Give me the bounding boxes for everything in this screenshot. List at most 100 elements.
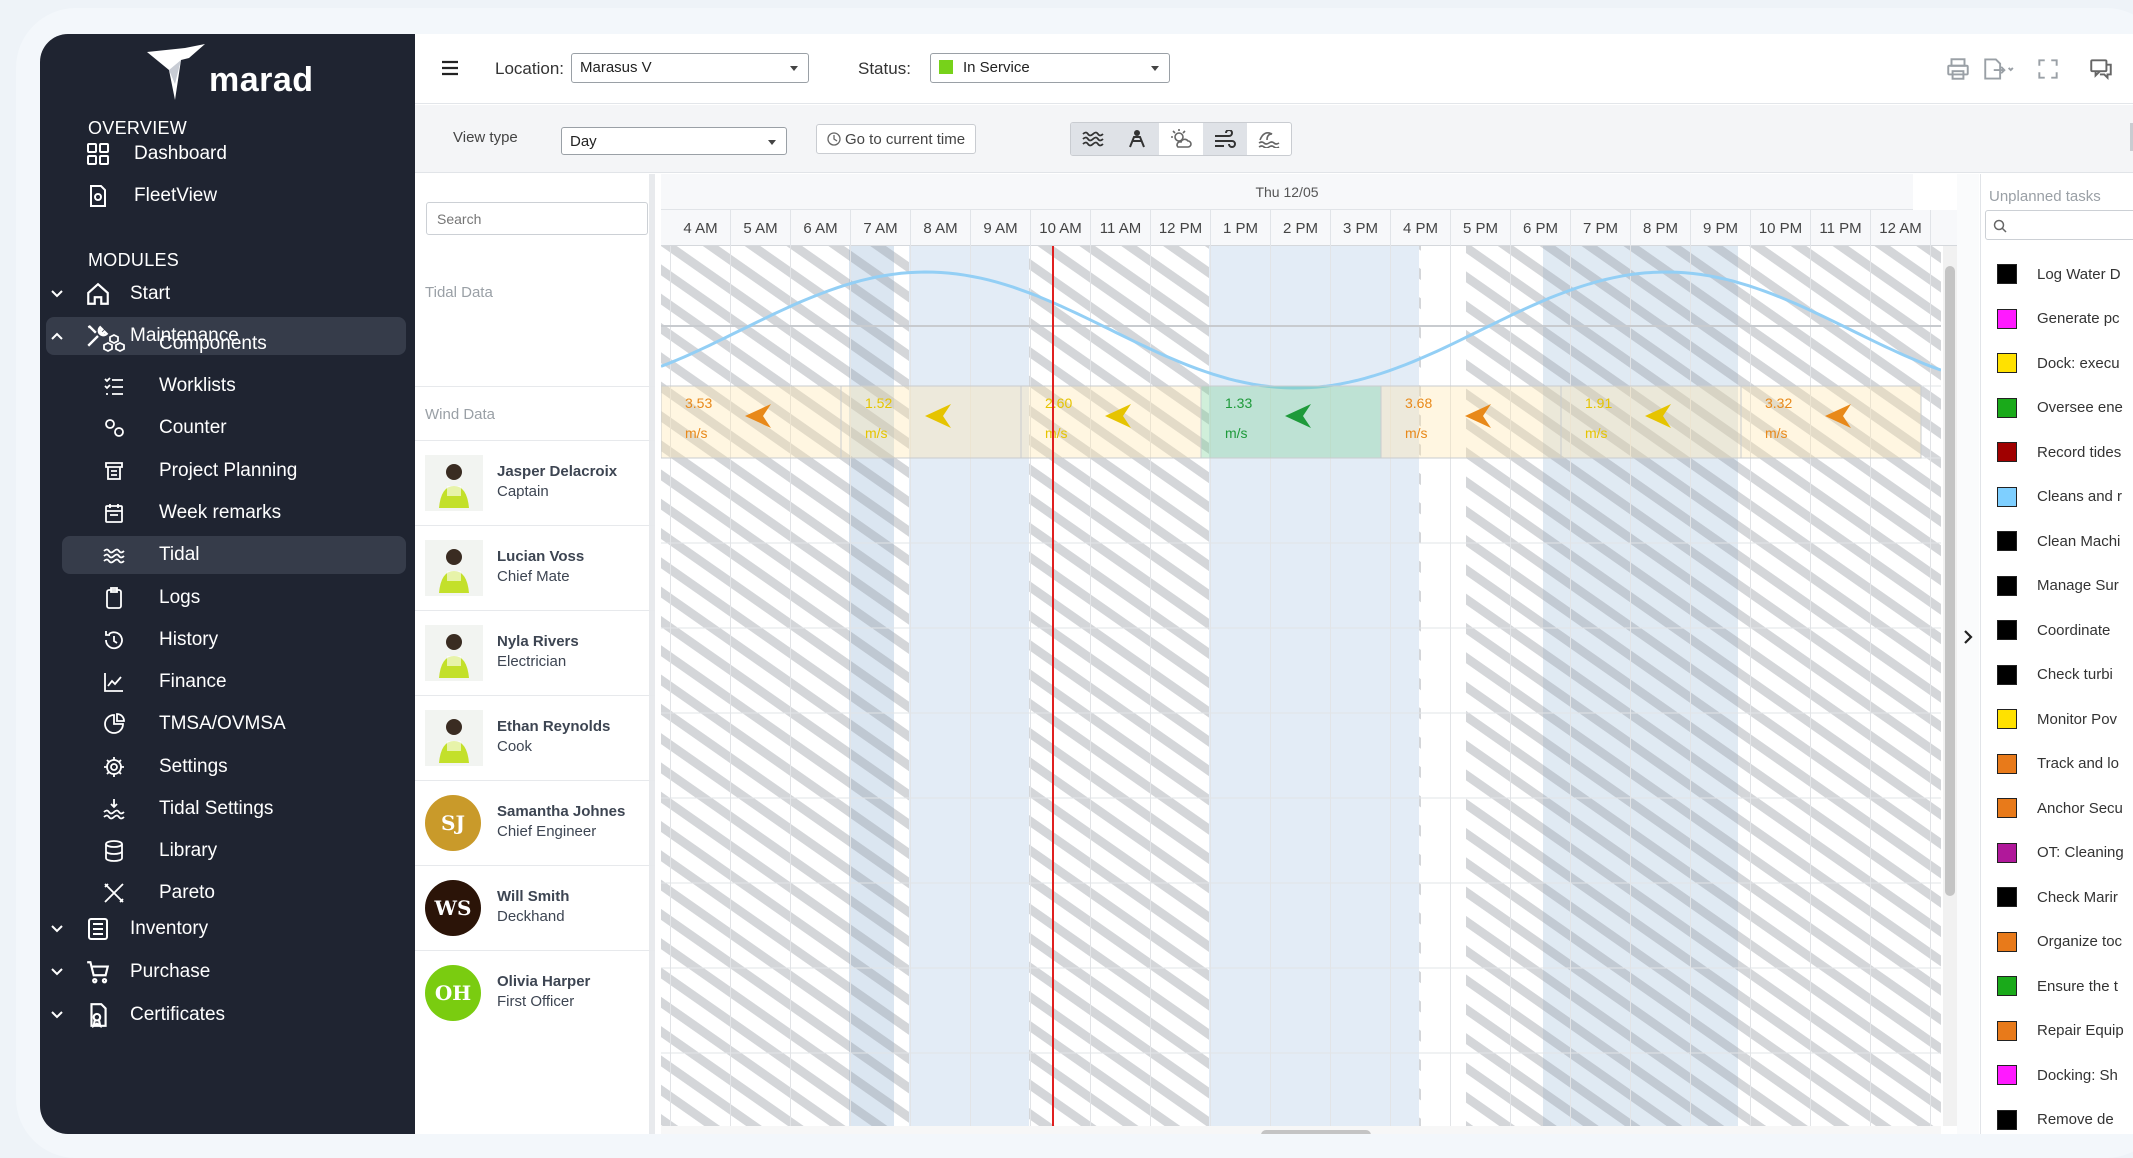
sidebar-item-start[interactable]: Start [40,275,415,313]
crew-row[interactable]: OH Olivia Harper First Officer [415,950,655,1035]
crew-role: Cook [497,738,533,755]
sidebar-item-certificates[interactable]: Certificates [40,996,415,1034]
tidal-icon [100,541,128,569]
certificate-icon [84,1001,112,1029]
unplanned-task-item[interactable]: Docking: Sh [1981,1053,2133,1097]
counter-icon [100,414,128,442]
unplanned-task-item[interactable]: Manage Sur [1981,564,2133,608]
sidebar-item-library[interactable]: Library [40,832,415,870]
unplanned-task-item[interactable]: Remove de [1981,1098,2133,1135]
sidebar-item-tidal[interactable]: Tidal [62,536,406,574]
task-label: Remove de [2037,1111,2114,1128]
sidebar-item-label: Settings [159,756,228,777]
timeline-date: Thu 12/05 [661,174,1913,210]
task-color-swatch [1997,753,2017,774]
go-to-current-time-button[interactable]: Go to current time [816,124,977,154]
unplanned-task-item[interactable]: Generate pc [1981,297,2133,341]
scroll-thumb[interactable] [1945,266,1955,896]
unplanned-task-item[interactable]: Dock: execu [1981,341,2133,385]
unplanned-tasks-title: Unplanned tasks [1989,188,2101,205]
sidebar-item-components[interactable]: Components [40,325,415,363]
unplanned-task-item[interactable]: Coordinate [1981,608,2133,652]
sidebar-item-history[interactable]: History [40,621,415,659]
sidebar-item-counter[interactable]: Counter [40,409,415,447]
sidebar-item-purchase[interactable]: Purchase [40,953,415,991]
fullscreen-icon[interactable] [2035,56,2061,82]
sidebar-item-worklists[interactable]: Worklists [40,367,415,405]
unplanned-task-item[interactable]: Record tides [1981,430,2133,474]
sidebar-item-logs[interactable]: Logs [40,579,415,617]
sidebar-item-label: FleetView [134,185,218,206]
timeline-grid[interactable]: 3.53 m/s 1.52 m/s 2.60 m/s 1.33 m/s 3.68 m/s 1.91 m… [661,246,1941,1126]
view-toolbar: View type Day Go to current time [415,105,2133,173]
weather-layer-toggle[interactable] [1159,123,1203,155]
unplanned-task-item[interactable]: Ensure the t [1981,964,2133,1008]
unplanned-task-item[interactable]: Clean Machi [1981,519,2133,563]
export-icon[interactable] [1981,56,2015,82]
location-select[interactable]: Marasus V [571,53,809,83]
sidebar-item-dashboard[interactable]: Dashboard [40,135,415,173]
sidebar-item-week-remarks[interactable]: Week remarks [40,494,415,532]
task-label: Coordinate [2037,621,2111,639]
crew-row[interactable]: SJ Samantha Johnes Chief Engineer [415,780,655,865]
hour-label: 7 PM [1571,210,1631,246]
unplanned-task-item[interactable]: Monitor Pov [1981,697,2133,741]
unplanned-task-item[interactable]: Repair Equip [1981,1009,2133,1053]
timeline: Thu 12/05 4 AM 5 AM 6 AM 7 AM 8 AM 9 AM 10 AM 1… [661,174,1957,1134]
unplanned-task-item[interactable]: Log Water D [1981,252,2133,296]
hour-label: 5 AM [731,210,791,246]
shift-overlap-block [849,246,894,1126]
crew-name: Samantha Johnes [497,803,626,820]
crew-row[interactable]: Ethan Reynolds Cook [415,695,655,780]
crew-row[interactable]: Lucian Voss Chief Mate [415,525,655,610]
unplanned-task-item[interactable]: Anchor Secu [1981,786,2133,830]
unplanned-task-item[interactable]: Cleans and r [1981,475,2133,519]
unplanned-task-item[interactable]: Track and lo [1981,742,2133,786]
resource-search-input[interactable] [426,202,648,235]
task-label: Cleans and r [2037,488,2123,505]
print-icon[interactable] [1945,56,1971,82]
tide-layer-toggle[interactable] [1071,123,1115,155]
task-color-swatch [1997,486,2017,507]
unplanned-task-item[interactable]: OT: Cleaning [1981,831,2133,875]
sidebar-item-finance[interactable]: Finance [40,663,415,701]
sidebar-item-tidal-settings[interactable]: Tidal Settings [40,790,415,828]
wind-speed-value: 2.60 [1045,395,1072,411]
view-type-select[interactable]: Day [561,127,787,155]
sidebar-item-fleetview[interactable]: FleetView [40,177,415,215]
hamburger-menu-icon[interactable] [441,60,459,76]
chevron-right-icon [1964,630,1973,644]
sidebar-item-pareto[interactable]: Pareto [40,874,415,912]
status-select[interactable]: In Service [930,53,1170,83]
vertical-scrollbar[interactable] [1943,246,1957,1126]
unplanned-task-item[interactable]: Check Marir [1981,875,2133,919]
sidebar-item-project-planning[interactable]: Project Planning [40,452,415,490]
crew-row[interactable]: WS Will Smith Deckhand [415,865,655,950]
wind-speed-unit: m/s [1585,425,1608,441]
unplanned-task-item[interactable]: Oversee ene [1981,386,2133,430]
wind-layer-toggle[interactable] [1203,123,1247,155]
sidebar-item-label: Logs [159,587,201,608]
divider [415,386,655,387]
crew-layer-toggle[interactable] [1115,123,1159,155]
wave-height-layer-toggle[interactable] [1247,123,1291,155]
sidebar-item-label: Library [159,840,218,861]
unplanned-task-item[interactable]: Check turbi [1981,653,2133,697]
unplanned-search-input[interactable] [1985,210,2133,240]
scroll-thumb[interactable] [1261,1130,1371,1134]
collapse-panel-toggle[interactable] [1957,174,1979,1134]
task-color-swatch [1997,887,2017,907]
sidebar-item-tmsa-ovmsa[interactable]: TMSA/OVMSA [40,705,415,743]
brand-logo[interactable]: marad [145,44,314,106]
horizontal-scrollbar[interactable] [661,1126,1941,1134]
crew-row[interactable]: Jasper Delacroix Captain [415,440,655,525]
wind-speed-value: 3.32 [1765,395,1792,411]
unplanned-task-item[interactable]: Organize toc [1981,920,2133,964]
sidebar-item-settings[interactable]: Settings [40,748,415,786]
status-value: In Service [963,59,1030,76]
wind-speed-unit: m/s [685,425,708,441]
sidebar-item-label: Start [130,283,171,304]
crew-row[interactable]: Nyla Rivers Electrician [415,610,655,695]
sidebar-item-inventory[interactable]: Inventory [40,910,415,948]
chat-icon[interactable] [2088,56,2114,82]
